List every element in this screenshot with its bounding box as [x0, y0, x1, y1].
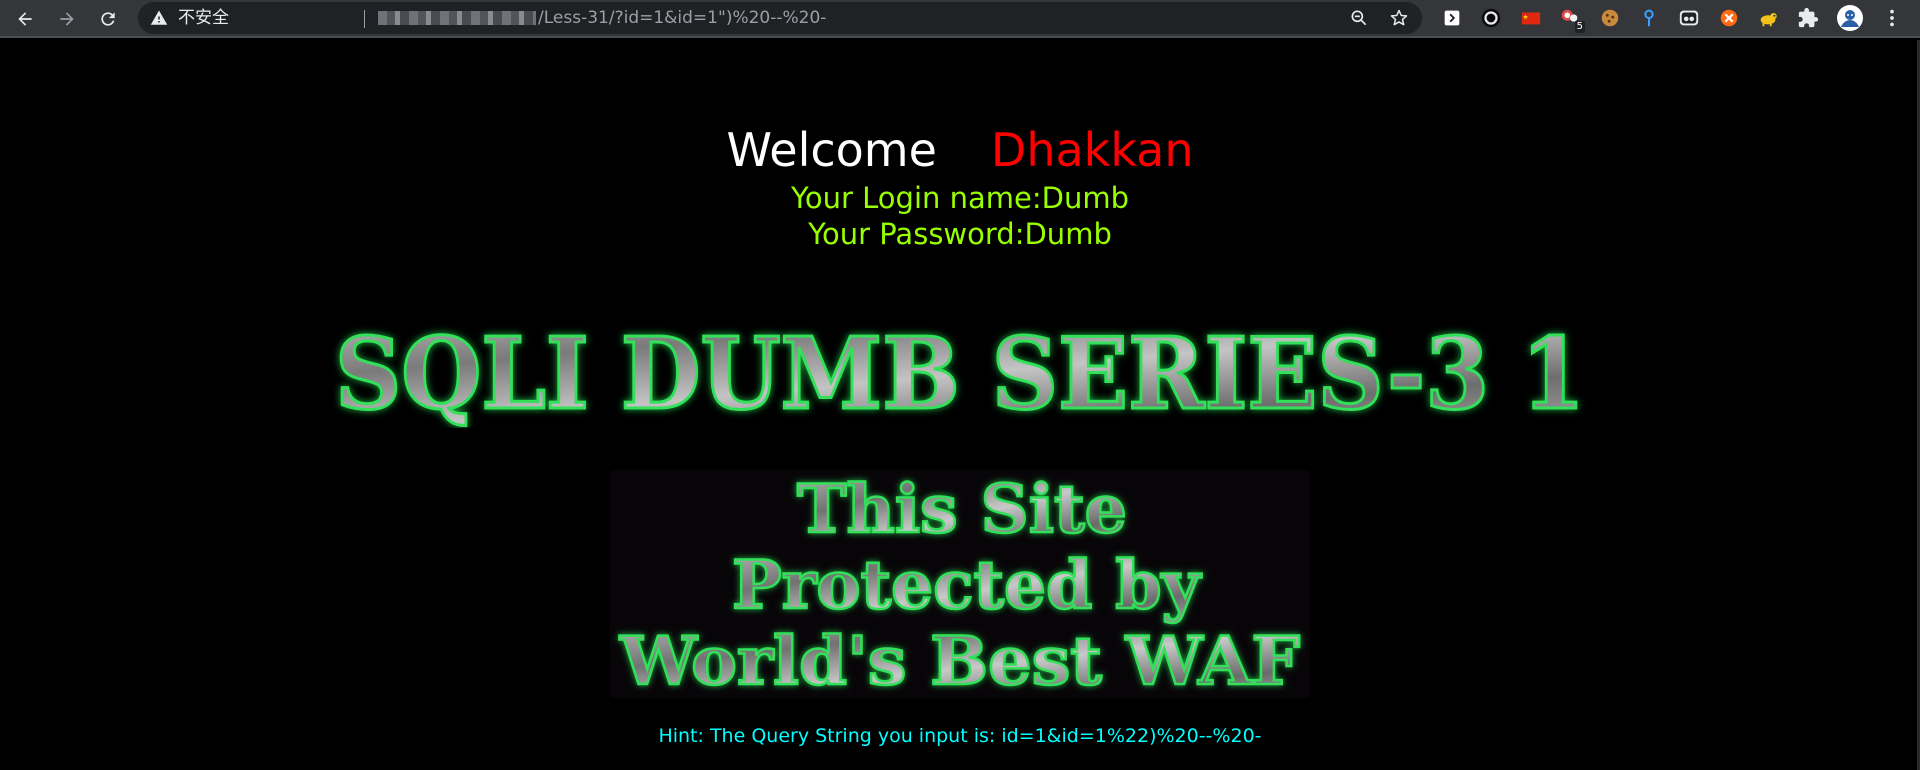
cookie-icon — [1601, 9, 1619, 27]
waf-line-3: World's Best WAF — [619, 622, 1300, 698]
dark-reader-icon — [1444, 10, 1460, 26]
series-title-banner: SQLI DUMB SERIES-3 1 — [334, 318, 1587, 428]
forward-button[interactable] — [52, 4, 82, 34]
url-host-redacted — [378, 11, 536, 25]
warning-icon — [150, 10, 168, 25]
password-text: Your Password:Dumb — [808, 217, 1112, 251]
security-status-label[interactable]: 不安全 — [178, 8, 229, 28]
back-button[interactable] — [10, 4, 40, 34]
browser-menu-button[interactable] — [1880, 6, 1904, 30]
record-icon — [1481, 8, 1501, 28]
query-hint-text: Hint: The Query String you input is: id=… — [658, 725, 1262, 747]
reload-icon — [101, 12, 115, 26]
extension-with-badge[interactable]: 5 — [1558, 6, 1585, 33]
zoom-button[interactable] — [1348, 7, 1370, 29]
bookmark-button[interactable] — [1388, 7, 1410, 29]
browser-toolbar: 不安全 /Less-31/?id=1&id=1")%20--%20- 5 — [0, 0, 1920, 38]
back-arrow-icon — [18, 12, 32, 26]
welcome-heading: Welcome Dhakkan — [0, 118, 1920, 182]
china-flag-icon — [1521, 12, 1541, 25]
extension-dark-reader[interactable] — [1440, 6, 1464, 30]
location-pin-icon — [1644, 9, 1654, 27]
extension-orange-x[interactable] — [1717, 6, 1741, 30]
star-icon — [1390, 9, 1408, 26]
login-name-text: Your Login name:Dumb — [791, 181, 1129, 215]
yellow-dog-icon — [1760, 12, 1777, 27]
url-text[interactable]: /Less-31/?id=1&id=1")%20--%20- — [538, 8, 826, 28]
waf-banner: This Site Protected by World's Best WAF — [610, 470, 1310, 698]
extension-china-flag[interactable] — [1519, 6, 1543, 30]
address-bar[interactable]: 不安全 /Less-31/?id=1&id=1")%20--%20- — [138, 2, 1422, 34]
orange-x-icon — [1720, 9, 1738, 27]
puzzle-piece-icon — [1798, 7, 1819, 28]
extension-record[interactable] — [1479, 6, 1503, 30]
security-divider — [364, 10, 365, 28]
extension-location-pin[interactable] — [1637, 6, 1661, 30]
reload-button[interactable] — [93, 4, 123, 34]
extension-cookie[interactable] — [1598, 6, 1622, 30]
eyes-icon — [1679, 10, 1699, 26]
extensions-menu-button[interactable] — [1796, 6, 1820, 30]
more-vert-icon — [1890, 9, 1894, 27]
welcome-name: Dhakkan — [990, 123, 1194, 177]
forward-arrow-icon — [60, 12, 74, 26]
welcome-text: Welcome — [726, 123, 937, 177]
waf-line-2: Protected by — [732, 546, 1202, 624]
extension-eyes[interactable] — [1677, 6, 1701, 30]
avatar-icon — [1837, 5, 1863, 31]
profile-avatar[interactable] — [1836, 4, 1864, 32]
banner-title-text: SQLI DUMB SERIES-3 1 — [335, 318, 1585, 428]
zoom-out-icon — [1351, 10, 1367, 26]
extension-badge-count: 5 — [1574, 21, 1585, 33]
extension-yellow-dog[interactable] — [1756, 6, 1780, 30]
waf-line-1: This Site — [797, 470, 1127, 548]
